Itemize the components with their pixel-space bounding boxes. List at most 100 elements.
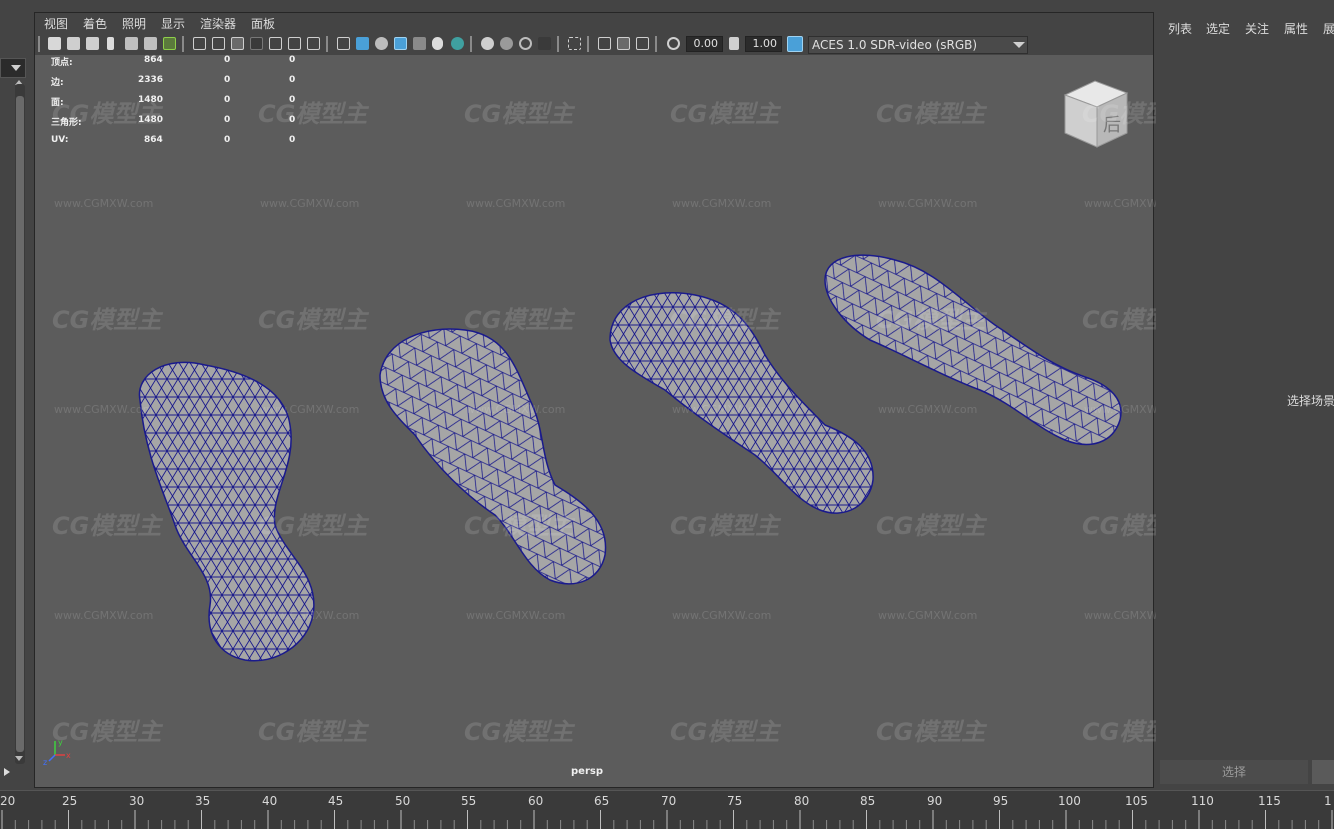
depth-of-field-icon[interactable] xyxy=(538,37,551,50)
tick-label: 55 xyxy=(461,794,477,808)
tick-label: 50 xyxy=(395,794,411,808)
watermark-url: www.CGMXW.com xyxy=(878,609,978,622)
watermark-logo: CG模型主 xyxy=(876,718,986,746)
textured-icon[interactable] xyxy=(413,37,426,50)
shadows-icon[interactable] xyxy=(451,37,464,50)
default-material-icon[interactable] xyxy=(375,37,388,50)
xray-joints-icon[interactable] xyxy=(617,37,630,50)
bookmark-camera-icon[interactable] xyxy=(86,37,99,50)
backface-culling-icon[interactable] xyxy=(636,37,649,50)
left-scrollbar-thumb[interactable] xyxy=(16,96,24,752)
tab-focus[interactable]: 关注 xyxy=(1245,20,1269,37)
viewport-scene[interactable]: 后 y x z xyxy=(35,55,1153,787)
watermark-logo: CG模型主 xyxy=(670,718,780,746)
xray-icon[interactable] xyxy=(598,37,611,50)
watermark-url: www.CGMXW.com xyxy=(466,403,566,416)
image-plane-icon[interactable] xyxy=(125,37,138,50)
film-gate-icon[interactable] xyxy=(212,37,225,50)
hud-label-vertices: 顶点: xyxy=(51,58,73,68)
tab-attributes[interactable]: 属性 xyxy=(1284,20,1308,37)
gate-mask-icon[interactable] xyxy=(250,37,263,50)
wireframe-icon[interactable] xyxy=(337,37,350,50)
chevron-down-icon xyxy=(11,65,21,71)
mesh-object-2[interactable] xyxy=(379,328,607,585)
tab-show[interactable]: 展 xyxy=(1323,20,1334,37)
camera-select-icon[interactable] xyxy=(48,37,61,50)
exposure-field[interactable]: 0.00 xyxy=(686,36,723,52)
watermark-logo: CG模型主 xyxy=(464,100,574,128)
hud-value: 864 xyxy=(144,55,163,65)
tick-label: 115 xyxy=(1258,794,1281,808)
toolbar-separator xyxy=(38,36,40,52)
left-dropdown[interactable] xyxy=(0,58,26,78)
tab-list[interactable]: 列表 xyxy=(1168,20,1192,37)
ambient-occlusion-icon[interactable] xyxy=(481,37,494,50)
hud-value: 0 xyxy=(289,135,296,145)
watermark-logo: CG模型主 xyxy=(876,512,986,540)
watermark-url: www.CGMXW.com xyxy=(878,197,978,210)
motion-blur-icon[interactable] xyxy=(500,37,513,50)
watermark-logo: CG模型主 xyxy=(464,512,574,540)
color-management-icon[interactable] xyxy=(787,36,803,52)
hud-label-edges: 边: xyxy=(51,78,64,88)
tick-label: 35 xyxy=(195,794,211,808)
camera-attributes-icon[interactable] xyxy=(67,37,80,50)
toolbar-separator xyxy=(470,36,472,52)
safe-action-icon[interactable] xyxy=(288,37,301,50)
watermark-url: www.CGMXW.com xyxy=(878,403,978,416)
isolate-select-icon[interactable] xyxy=(568,37,581,50)
use-lights-icon[interactable] xyxy=(432,37,443,50)
select-button[interactable]: 选择 xyxy=(1160,760,1308,784)
safe-title-icon[interactable] xyxy=(307,37,320,50)
gamma-field[interactable]: 1.00 xyxy=(745,36,782,52)
tick-label: 1 xyxy=(1324,794,1332,808)
tick-label: 20 xyxy=(0,794,16,808)
tick-label: 30 xyxy=(129,794,145,808)
toolbar-separator xyxy=(182,36,184,52)
hud-value: 0 xyxy=(224,75,231,85)
color-space-select[interactable]: ACES 1.0 SDR-video (sRGB) xyxy=(808,36,1028,54)
tick-label: 75 xyxy=(727,794,743,808)
secondary-button[interactable] xyxy=(1312,760,1334,784)
tab-selected[interactable]: 选定 xyxy=(1206,20,1230,37)
resolution-gate-icon[interactable] xyxy=(231,37,244,50)
menu-lighting[interactable]: 照明 xyxy=(122,15,146,32)
field-chart-icon[interactable] xyxy=(269,37,282,50)
menu-view[interactable]: 视图 xyxy=(44,15,68,32)
watermark-logo: CG模型主 xyxy=(258,306,368,334)
watermark-url: www.CGMXW.com xyxy=(54,197,154,210)
scroll-down-icon[interactable] xyxy=(15,756,23,761)
panel-menubar: 视图 着色 照明 显示 渲染器 面板 xyxy=(35,13,1153,33)
watermark-logo: CG模型主 xyxy=(876,306,986,334)
tick-label: 65 xyxy=(594,794,610,808)
tick-label: 110 xyxy=(1191,794,1214,808)
hud-value: 0 xyxy=(289,55,296,65)
anti-aliasing-icon[interactable] xyxy=(519,37,532,50)
tick-label: 45 xyxy=(328,794,344,808)
bookmark-icon[interactable] xyxy=(107,37,114,50)
watermark-url: www.CGMXW.com xyxy=(466,609,566,622)
grid-icon[interactable] xyxy=(193,37,206,50)
tick-label: 95 xyxy=(993,794,1009,808)
menu-shading[interactable]: 着色 xyxy=(83,15,107,32)
tick-label: 60 xyxy=(528,794,544,808)
toolbar-separator xyxy=(587,36,589,52)
exposure-icon[interactable] xyxy=(667,37,680,50)
smooth-shade-icon[interactable] xyxy=(356,37,369,50)
mesh-object-4[interactable] xyxy=(824,254,1122,446)
tick-label: 85 xyxy=(860,794,876,808)
tick-label: 105 xyxy=(1125,794,1148,808)
hud-value: 0 xyxy=(224,115,231,125)
watermark-logo: CG模型主 xyxy=(670,306,780,334)
2d-pan-icon[interactable] xyxy=(144,37,157,50)
select-scene-hint: 选择场景 xyxy=(1287,394,1334,408)
menu-renderer[interactable]: 渲染器 xyxy=(200,15,236,32)
grease-pencil-icon[interactable] xyxy=(163,37,176,50)
play-icon[interactable] xyxy=(4,768,10,776)
gamma-icon[interactable] xyxy=(729,37,739,50)
menu-show[interactable]: 显示 xyxy=(161,15,185,32)
tick-label: 100 xyxy=(1058,794,1081,808)
watermark-logo: CG模型主 xyxy=(52,100,162,128)
wireframe-on-shaded-icon[interactable] xyxy=(394,37,407,50)
menu-panels[interactable]: 面板 xyxy=(251,15,275,32)
